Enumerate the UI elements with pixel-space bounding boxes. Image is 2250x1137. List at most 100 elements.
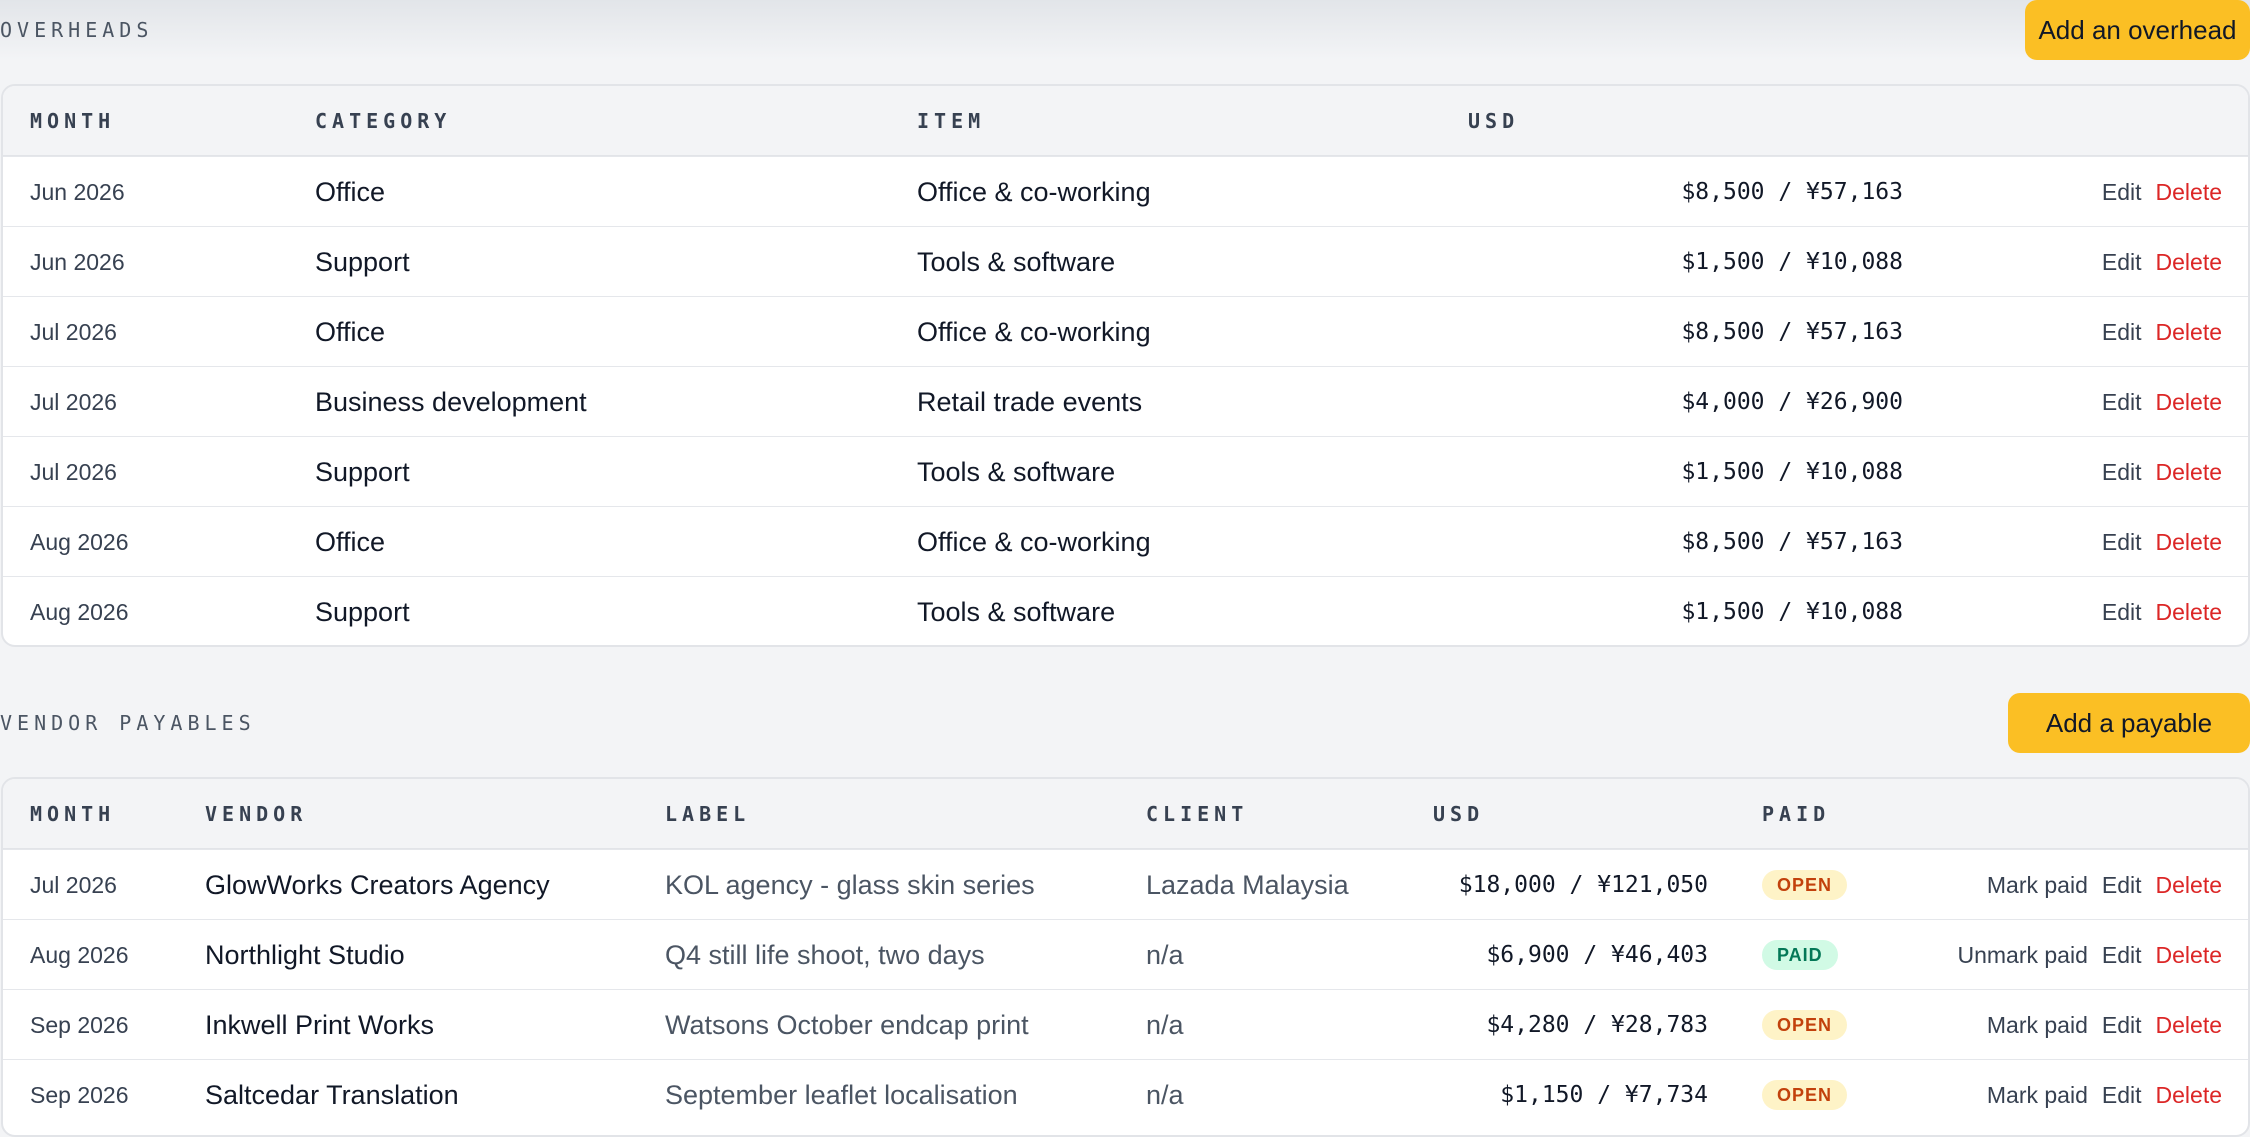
col-vendor: VENDOR — [205, 802, 308, 826]
add-payable-button[interactable]: Add a payable — [2008, 693, 2250, 753]
month-cell: Jul 2026 — [30, 319, 117, 345]
delete-link[interactable]: Delete — [2156, 872, 2222, 898]
item-cell: Office & co-working — [917, 177, 1151, 207]
amount-cell: $1,150 / ¥7,734 — [1500, 1082, 1708, 1108]
vendor-cell: GlowWorks Creators Agency — [205, 870, 550, 900]
item-cell: Tools & software — [917, 457, 1116, 487]
edit-link[interactable]: Edit — [2102, 529, 2142, 555]
mark-paid-link[interactable]: Mark paid — [1987, 1082, 2088, 1108]
payables-table: MONTH VENDOR LABEL CLIENT USD PAID Jul 2… — [1, 777, 2250, 1137]
delete-link[interactable]: Delete — [2156, 1012, 2222, 1038]
month-cell: Jul 2026 — [30, 459, 117, 485]
delete-link[interactable]: Delete — [2156, 179, 2222, 205]
edit-link[interactable]: Edit — [2102, 1082, 2142, 1108]
month-cell: Aug 2026 — [30, 942, 129, 968]
edit-link[interactable]: Edit — [2102, 389, 2142, 415]
table-row: Sep 2026 Inkwell Print Works Watsons Octob… — [3, 989, 2248, 1059]
category-cell: Support — [315, 597, 410, 627]
table-row: Jul 2026 Business development Retail trade… — [3, 366, 2248, 436]
row-actions: Edit Delete — [2088, 507, 2222, 577]
mark-paid-link[interactable]: Mark paid — [1987, 872, 2088, 898]
client-cell: n/a — [1146, 1010, 1184, 1040]
item-cell: Office & co-working — [917, 317, 1151, 347]
col-usd: USD — [1433, 802, 1485, 826]
delete-link[interactable]: Delete — [2156, 389, 2222, 415]
col-item: ITEM — [917, 109, 986, 133]
table-row: Aug 2026 Office Office & co-working $8,500 … — [3, 506, 2248, 576]
category-cell: Support — [315, 247, 410, 277]
table-row: Aug 2026 Support Tools & software $1,500 / … — [3, 576, 2248, 645]
delete-link[interactable]: Delete — [2156, 249, 2222, 275]
label-cell: September leaflet localisation — [665, 1080, 1018, 1110]
delete-link[interactable]: Delete — [2156, 319, 2222, 345]
row-actions: Edit Delete — [2088, 367, 2222, 437]
delete-link[interactable]: Delete — [2156, 942, 2222, 968]
table-row: Sep 2026 Saltcedar Translation September l… — [3, 1059, 2248, 1129]
table-row: Jul 2026 GlowWorks Creators Agency KOL age… — [3, 849, 2248, 919]
overheads-body: Jun 2026 Office Office & co-working $8,500 … — [3, 156, 2248, 645]
client-cell: n/a — [1146, 940, 1184, 970]
delete-link[interactable]: Delete — [2156, 599, 2222, 625]
month-cell: Sep 2026 — [30, 1012, 129, 1038]
delete-link[interactable]: Delete — [2156, 1082, 2222, 1108]
status-cell: OPEN — [1762, 850, 1848, 920]
mark-paid-link[interactable]: Mark paid — [1987, 1012, 2088, 1038]
row-actions: Edit Delete — [2088, 577, 2222, 645]
status-cell: OPEN — [1762, 1060, 1848, 1130]
overheads-section: OVERHEADS Add an overhead MONTH CATEGORY… — [0, 0, 2250, 647]
edit-link[interactable]: Edit — [2102, 249, 2142, 275]
overheads-header-row: MONTH CATEGORY ITEM USD — [3, 86, 2248, 156]
vendor-cell: Northlight Studio — [205, 940, 405, 970]
edit-link[interactable]: Edit — [2102, 319, 2142, 345]
category-cell: Business development — [315, 387, 587, 417]
status-cell: OPEN — [1762, 990, 1848, 1060]
edit-link[interactable]: Edit — [2102, 179, 2142, 205]
item-cell: Office & co-working — [917, 527, 1151, 557]
amount-cell: $8,500 / ¥57,163 — [1681, 319, 1903, 345]
table-row: Jul 2026 Support Tools & software $1,500 / … — [3, 436, 2248, 506]
month-cell: Jun 2026 — [30, 249, 125, 275]
unmark-paid-link[interactable]: Unmark paid — [1957, 942, 2087, 968]
category-cell: Office — [315, 527, 386, 557]
row-actions: Edit Delete — [2088, 157, 2222, 227]
status-badge: PAID — [1762, 939, 1838, 970]
col-label: LABEL — [665, 802, 751, 826]
status-badge: OPEN — [1762, 1079, 1848, 1110]
table-row: Jul 2026 Office Office & co-working $8,500 … — [3, 296, 2248, 366]
add-overhead-button[interactable]: Add an overhead — [2025, 0, 2250, 60]
month-cell: Jun 2026 — [30, 179, 125, 205]
payables-title: VENDOR PAYABLES — [0, 711, 256, 735]
delete-link[interactable]: Delete — [2156, 459, 2222, 485]
payables-body: Jul 2026 GlowWorks Creators Agency KOL age… — [3, 849, 2248, 1129]
row-actions: Edit Delete — [2088, 227, 2222, 297]
vendor-cell: Inkwell Print Works — [205, 1010, 435, 1040]
row-actions: Edit Delete — [2088, 437, 2222, 507]
category-cell: Office — [315, 177, 386, 207]
amount-cell: $18,000 / ¥121,050 — [1458, 872, 1708, 898]
edit-link[interactable]: Edit — [2102, 1012, 2142, 1038]
vendor-cell: Saltcedar Translation — [205, 1080, 459, 1110]
amount-cell: $6,900 / ¥46,403 — [1486, 942, 1708, 968]
payables-header: VENDOR PAYABLES Add a payable — [0, 693, 2250, 753]
col-usd: USD — [1468, 109, 1520, 133]
category-cell: Office — [315, 317, 386, 347]
amount-cell: $1,500 / ¥10,088 — [1681, 599, 1903, 625]
item-cell: Tools & software — [917, 597, 1116, 627]
label-cell: KOL agency - glass skin series — [665, 870, 1035, 900]
edit-link[interactable]: Edit — [2102, 872, 2142, 898]
status-badge: OPEN — [1762, 1009, 1848, 1040]
edit-link[interactable]: Edit — [2102, 459, 2142, 485]
edit-link[interactable]: Edit — [2102, 942, 2142, 968]
table-row: Jun 2026 Office Office & co-working $8,500 … — [3, 156, 2248, 226]
label-cell: Watsons October endcap print — [665, 1010, 1029, 1040]
status-badge: OPEN — [1762, 869, 1848, 900]
amount-cell: $8,500 / ¥57,163 — [1681, 529, 1903, 555]
label-cell: Q4 still life shoot, two days — [665, 940, 985, 970]
amount-cell: $1,500 / ¥10,088 — [1681, 249, 1903, 275]
row-actions: Mark paid Edit Delete — [1973, 850, 2222, 920]
delete-link[interactable]: Delete — [2156, 529, 2222, 555]
row-actions: Edit Delete — [2088, 297, 2222, 367]
edit-link[interactable]: Edit — [2102, 599, 2142, 625]
amount-cell: $1,500 / ¥10,088 — [1681, 459, 1903, 485]
col-paid: PAID — [1762, 802, 1831, 826]
